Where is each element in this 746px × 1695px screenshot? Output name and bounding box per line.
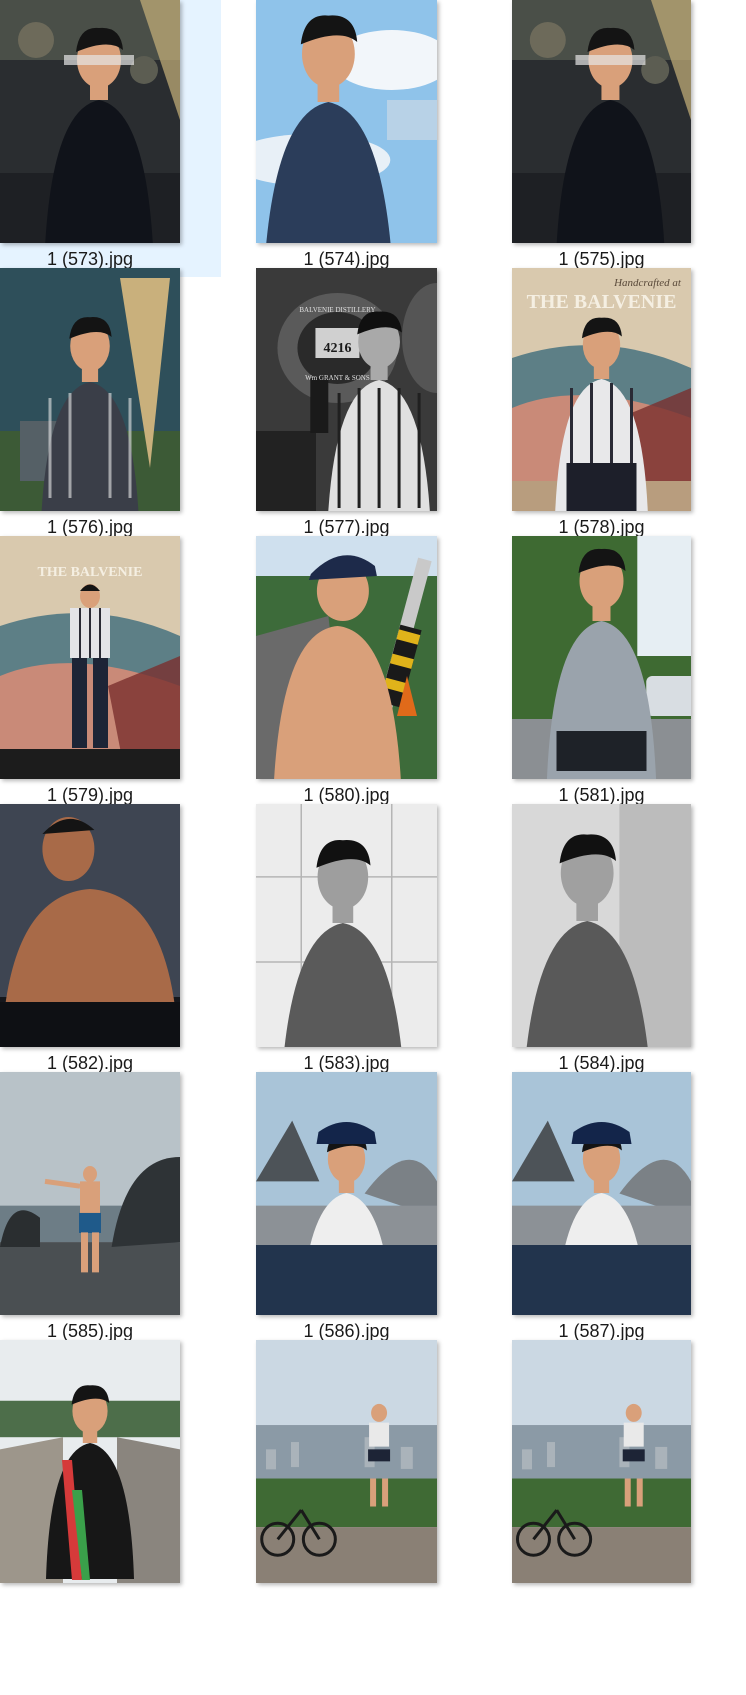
file-name-label: 1 (586).jpg xyxy=(303,1321,390,1341)
image-thumbnail[interactable] xyxy=(256,1072,437,1315)
image-thumbnail[interactable] xyxy=(256,1340,437,1583)
cask-maker-text: Wm GRANT & SONS xyxy=(305,374,370,382)
file-name-label: 1 (584).jpg xyxy=(558,1053,645,1073)
file-name-label: 1 (577).jpg xyxy=(303,517,390,537)
image-thumbnail[interactable] xyxy=(512,1340,691,1583)
image-thumbnail[interactable] xyxy=(256,536,437,779)
image-thumbnail[interactable] xyxy=(0,804,180,1047)
file-tile[interactable]: 1 (583).jpg xyxy=(256,804,477,1081)
file-tile[interactable]: 1 (573).jpg xyxy=(0,0,221,277)
file-tile[interactable] xyxy=(0,1340,221,1695)
image-thumbnail[interactable] xyxy=(0,1340,180,1583)
file-tile[interactable]: THE BALVENIE Handcrafted at 1 (578).jpg xyxy=(512,268,733,545)
backdrop-handcrafted-text: Handcrafted at xyxy=(613,277,682,289)
file-name-label: 1 (581).jpg xyxy=(558,785,645,805)
file-tile[interactable]: 1 (587).jpg xyxy=(512,1072,733,1349)
file-tile[interactable] xyxy=(512,1340,733,1695)
image-thumbnail[interactable] xyxy=(256,804,437,1047)
file-tile[interactable]: 1 (582).jpg xyxy=(0,804,221,1081)
file-name-label: 1 (574).jpg xyxy=(303,249,390,269)
file-tile[interactable]: THE BALVENIE 1 (579).jpg xyxy=(0,536,221,813)
file-name-label: 1 (583).jpg xyxy=(303,1053,390,1073)
file-tile[interactable]: 1 (581).jpg xyxy=(512,536,733,813)
file-tile[interactable] xyxy=(256,1340,477,1695)
backdrop-brand-text: THE BALVENIE xyxy=(38,565,143,580)
file-name-label: 1 (578).jpg xyxy=(558,517,645,537)
image-thumbnail[interactable] xyxy=(512,536,691,779)
file-name-label: 1 (587).jpg xyxy=(558,1321,645,1341)
file-name-label: 1 (573).jpg xyxy=(46,249,134,269)
file-tile[interactable]: 1 (584).jpg xyxy=(512,804,733,1081)
file-name-label: 1 (585).jpg xyxy=(46,1321,134,1341)
image-thumbnail[interactable] xyxy=(0,0,180,243)
file-tile[interactable]: 4216 BALVENIE DISTILLERY Wm GRANT & SONS… xyxy=(256,268,477,545)
file-tile[interactable]: 1 (576).jpg xyxy=(0,268,221,545)
image-thumbnail[interactable] xyxy=(512,0,691,243)
image-thumbnail[interactable] xyxy=(0,268,180,511)
file-name-label: 1 (575).jpg xyxy=(558,249,645,269)
backdrop-brand-text: THE BALVENIE xyxy=(527,291,677,313)
file-tile[interactable]: 1 (586).jpg xyxy=(256,1072,477,1349)
image-thumbnail[interactable]: THE BALVENIE Handcrafted at xyxy=(512,268,691,511)
file-name-label: 1 (579).jpg xyxy=(46,785,134,805)
image-thumbnail[interactable] xyxy=(0,1072,180,1315)
file-tile[interactable]: 1 (585).jpg xyxy=(0,1072,221,1349)
file-tile[interactable]: 1 (575).jpg xyxy=(512,0,733,277)
image-thumbnail[interactable]: THE BALVENIE xyxy=(0,536,180,779)
file-name-label: 1 (576).jpg xyxy=(46,517,134,537)
file-tile[interactable]: 1 (580).jpg xyxy=(256,536,477,813)
image-thumbnail[interactable] xyxy=(512,804,691,1047)
image-thumbnail[interactable] xyxy=(256,0,437,243)
file-thumbnail-grid: 1 (573).jpg 1 (574).jpg 1 (575).jpg 1 (5… xyxy=(0,0,746,1695)
file-name-label: 1 (580).jpg xyxy=(303,785,390,805)
file-name-label: 1 (582).jpg xyxy=(46,1053,134,1073)
cask-number-text: 4216 xyxy=(323,341,351,356)
file-tile[interactable]: 1 (574).jpg xyxy=(256,0,477,277)
image-thumbnail[interactable]: 4216 BALVENIE DISTILLERY Wm GRANT & SONS xyxy=(256,268,437,511)
cask-label-text: BALVENIE DISTILLERY xyxy=(299,306,375,314)
image-thumbnail[interactable] xyxy=(512,1072,691,1315)
